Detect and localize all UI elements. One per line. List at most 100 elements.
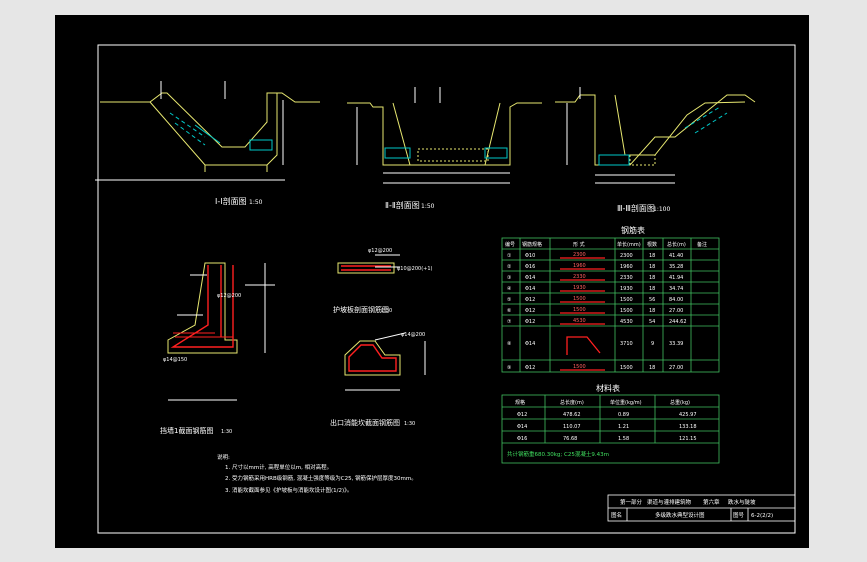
svg-text:4530: 4530 [620, 319, 633, 325]
section-1-scale: 1:50 [249, 199, 263, 206]
section-2-title: Ⅱ-Ⅱ剖面图 [385, 200, 420, 210]
wall-tag-1: φ12@200 [217, 293, 241, 299]
svg-text:⑤: ⑤ [507, 297, 511, 303]
svg-text:②: ② [507, 264, 512, 270]
detail-3-title: 出口消能坎截面钢筋图 [330, 418, 400, 427]
svg-text:④: ④ [507, 286, 512, 292]
svg-text:Φ12: Φ12 [525, 319, 535, 325]
svg-text:根数: 根数 [647, 241, 657, 248]
svg-text:3710: 3710 [620, 341, 633, 347]
svg-text:⑦: ⑦ [507, 319, 512, 325]
svg-text:编号: 编号 [505, 241, 515, 248]
svg-text:54: 54 [649, 319, 655, 325]
material-table-header: 规格 总长度(m) 单位重(kg/m) 总重(kg) [515, 399, 690, 406]
svg-text:35.28: 35.28 [669, 264, 683, 270]
svg-text:121.15: 121.15 [679, 436, 697, 442]
svg-text:①: ① [507, 253, 512, 259]
svg-text:备注: 备注 [697, 241, 707, 248]
svg-text:6-2(2/2): 6-2(2/2) [751, 513, 773, 519]
svg-text:Φ16: Φ16 [525, 264, 535, 270]
slab-tag-1: φ12@200 [368, 248, 392, 254]
svg-text:Φ14: Φ14 [517, 424, 527, 430]
drawing-sheet: Ⅰ-Ⅰ剖面图 1:50 Ⅱ-Ⅱ剖面图 1:50 Ⅲ-Ⅲ剖面图 1:100 φ12… [55, 15, 809, 548]
svg-text:18: 18 [649, 253, 655, 259]
table-row: Φ16 76.68 1.58 121.15 [517, 436, 697, 442]
svg-text:18: 18 [649, 308, 655, 314]
svg-text:总长度(m): 总长度(m) [560, 399, 584, 406]
svg-text:钢筋规格: 钢筋规格 [522, 241, 542, 248]
wall-tag-2: φ14@150 [163, 357, 187, 363]
svg-text:Φ14: Φ14 [525, 275, 535, 281]
svg-text:⑧: ⑧ [507, 341, 512, 347]
drawing-border [97, 44, 796, 534]
svg-text:Φ12: Φ12 [525, 297, 535, 303]
svg-text:1.58: 1.58 [618, 436, 629, 442]
detail-1-title: 挡墙1截面钢筋图 [160, 426, 213, 435]
svg-text:Φ14: Φ14 [525, 286, 535, 292]
svg-text:跌水与陡坡: 跌水与陡坡 [728, 498, 756, 506]
svg-text:第一部分: 第一部分 [620, 498, 643, 506]
svg-text:478.62: 478.62 [563, 412, 581, 418]
detail-1-scale: 1:30 [221, 429, 232, 435]
svg-text:244.62: 244.62 [669, 319, 687, 325]
title-block-text: 第一部分 渠道与灌排建筑物 第六章 跌水与陡坡 图名 多级跌水典型设计图 图号 … [611, 498, 773, 519]
svg-text:41.94: 41.94 [669, 275, 683, 281]
svg-text:Φ12: Φ12 [525, 308, 535, 314]
svg-text:单位重(kg/m): 单位重(kg/m) [610, 399, 642, 406]
section-2-view [347, 87, 542, 184]
svg-text:Φ10: Φ10 [525, 253, 535, 259]
svg-text:1500: 1500 [573, 307, 586, 313]
svg-text:2330: 2330 [573, 274, 586, 280]
note-line-3: 3. 消能坎截面参见《护坡板与消能坎设计图(1/2)》。 [225, 486, 352, 494]
section-1-title: Ⅰ-Ⅰ剖面图 [215, 196, 247, 206]
svg-text:425.97: 425.97 [679, 412, 697, 418]
svg-text:形 式: 形 式 [573, 241, 585, 248]
svg-text:56: 56 [649, 297, 655, 303]
section-3-title: Ⅲ-Ⅲ剖面图 [617, 203, 655, 213]
material-table-rows: Φ12 478.62 0.89 425.97 Φ14 110.07 1.21 133.18 … [517, 412, 697, 442]
svg-text:2330: 2330 [620, 275, 633, 281]
svg-text:Φ14: Φ14 [525, 341, 535, 347]
svg-text:1.21: 1.21 [618, 424, 629, 430]
sill-rebar-detail [344, 332, 426, 391]
svg-text:76.68: 76.68 [563, 436, 577, 442]
material-table-title: 材料表 [596, 383, 620, 393]
svg-text:规格: 规格 [515, 399, 525, 406]
note-line-2: 2. 受力钢筋采用HRB级钢筋, 混凝土强度等级为C25, 钢筋保护层厚度30m… [225, 474, 417, 482]
svg-text:2300: 2300 [620, 253, 633, 259]
svg-text:33.39: 33.39 [669, 341, 683, 347]
svg-text:1960: 1960 [573, 263, 586, 269]
svg-text:1500: 1500 [573, 296, 586, 302]
svg-text:Φ16: Φ16 [517, 436, 527, 442]
svg-text:⑥: ⑥ [507, 308, 512, 314]
svg-text:84.00: 84.00 [669, 297, 683, 303]
rebar-table-title: 钢筋表 [621, 225, 645, 235]
table-row: Φ12 478.62 0.89 425.97 [517, 412, 697, 418]
notes: 说明: 1. 尺寸以mm计, 高程单位以m, 相对高程。 2. 受力钢筋采用HR… [217, 453, 417, 494]
svg-text:单长(mm): 单长(mm) [617, 241, 641, 248]
svg-text:1930: 1930 [573, 285, 586, 291]
rebar-table-header: 编号 钢筋规格 形 式 单长(mm) 根数 总长(m) 备注 [505, 241, 707, 248]
rebar-table-rows: ① Φ10 2300 2300 18 41.40 ② Φ16 1960 1960 18 35.28 … [507, 252, 687, 371]
svg-text:18: 18 [649, 275, 655, 281]
material-summary: 共计钢筋重680.30kg; C25混凝土9.43m [507, 450, 609, 458]
svg-text:总长(m): 总长(m) [667, 241, 686, 248]
detail-3-scale: 1:30 [404, 421, 415, 427]
svg-text:0.89: 0.89 [618, 412, 629, 418]
detail-2-scale: 1:30 [381, 308, 392, 314]
svg-text:41.40: 41.40 [669, 253, 683, 259]
svg-text:18: 18 [649, 286, 655, 292]
notes-head: 说明: [217, 453, 230, 461]
section-3-scale: 1:100 [653, 206, 670, 213]
cad-drawing: Ⅰ-Ⅰ剖面图 1:50 Ⅱ-Ⅱ剖面图 1:50 Ⅲ-Ⅲ剖面图 1:100 φ12… [95, 44, 796, 534]
svg-text:34.74: 34.74 [669, 286, 683, 292]
slab-rebar-detail [337, 254, 400, 274]
svg-text:第六章: 第六章 [703, 498, 720, 506]
svg-text:18: 18 [649, 365, 655, 371]
section-2-scale: 1:50 [421, 203, 435, 210]
svg-text:1500: 1500 [620, 308, 633, 314]
svg-text:1930: 1930 [620, 286, 633, 292]
svg-text:1500: 1500 [573, 364, 586, 370]
svg-text:③: ③ [507, 275, 511, 281]
svg-text:1500: 1500 [620, 297, 633, 303]
